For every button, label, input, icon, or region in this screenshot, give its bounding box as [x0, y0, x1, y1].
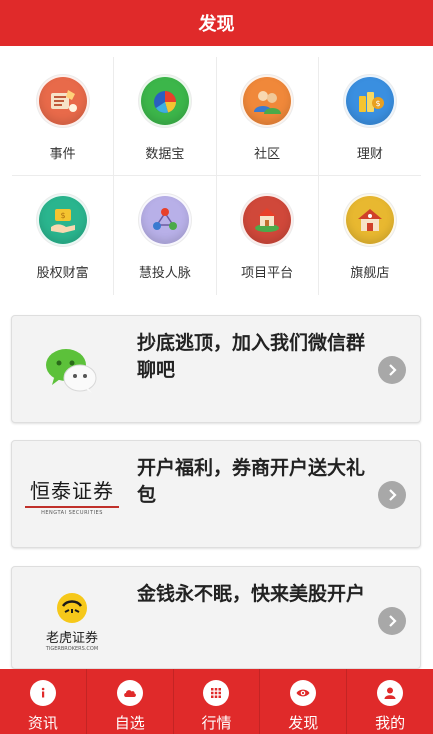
nav-item-news[interactable]: 资讯 [0, 669, 87, 734]
grid-label: 社区 [254, 147, 281, 162]
grid-item-equity[interactable]: $ 股权财富 [12, 176, 115, 295]
store-icon [343, 194, 396, 246]
grid-icon [203, 680, 230, 706]
hengtai-logo-line [25, 505, 119, 508]
grid-item-finance[interactable]: $ 理财 [318, 57, 421, 176]
grid-label: 理财 [356, 147, 383, 162]
hengtai-logo: 恒泰证券 HENGTAI SECURITIES [22, 459, 122, 531]
nav-item-profile[interactable]: 我的 [347, 669, 433, 734]
grid-label: 旗舰店 [350, 266, 390, 281]
nav-item-market[interactable]: 行情 [174, 669, 261, 734]
bottom-nav: 资讯 自选 行情 发现 我的 [0, 669, 433, 734]
grid-label: 事件 [49, 147, 76, 162]
nav-label: 我的 [375, 714, 406, 732]
page-title: 发现 [198, 14, 235, 35]
grid-label: 项目平台 [241, 266, 294, 281]
wechat-group-card[interactable]: 抄底逃顶，加入我们微信群聊吧 [11, 315, 421, 423]
event-icon [36, 75, 89, 127]
hengtai-logo-sub: HENGTAI SECURITIES [41, 509, 103, 516]
card-text: 抄底逃顶，加入我们微信群聊吧 [137, 332, 366, 381]
chevron-right-icon [378, 481, 406, 509]
grid-item-network[interactable]: 慧投人脉 [114, 176, 217, 295]
grid-item-project[interactable]: 项目平台 [217, 176, 319, 295]
nav-label: 发现 [288, 714, 319, 732]
grid-item-store[interactable]: 旗舰店 [319, 176, 421, 295]
card-text: 开户福利，券商开户送大礼包 [137, 457, 366, 506]
finance-icon: $ [343, 75, 396, 127]
nav-label: 行情 [201, 714, 232, 732]
tiger-logo-text: 老虎证券 [45, 630, 98, 646]
card-text: 金钱永不眠，快来美股开户 [137, 583, 366, 605]
svg-text:$: $ [60, 211, 65, 220]
grid-label: 股权财富 [36, 266, 89, 281]
tiger-brokers-card[interactable]: 老虎证券 TIGERBROKERS.COM 金钱永不眠，快来美股开户 [11, 566, 421, 669]
nav-item-discover[interactable]: 发现 [260, 669, 348, 734]
tiger-logo-sub: TIGERBROKERS.COM [45, 645, 99, 652]
network-icon [138, 194, 191, 246]
tiger-logo: 老虎证券 TIGERBROKERS.COM [22, 585, 122, 657]
grid-item-data[interactable]: 数据宝 [114, 57, 217, 176]
equity-icon: $ [36, 194, 89, 246]
grid-item-event[interactable]: 事件 [12, 57, 115, 176]
grid-label: 慧投人脉 [138, 266, 191, 281]
nav-label: 资讯 [27, 714, 58, 732]
grid-label: 数据宝 [145, 147, 185, 162]
chevron-right-icon [378, 356, 406, 384]
header-bar: 发现 [0, 0, 433, 46]
data-chart-icon [138, 75, 191, 127]
hengtai-account-card[interactable]: 恒泰证券 HENGTAI SECURITIES 开户福利，券商开户送大礼包 [11, 440, 421, 548]
project-icon [241, 194, 294, 246]
cloud-icon [116, 680, 143, 706]
community-icon [241, 75, 294, 127]
feature-grid: 事件 数据宝 社区 $ 理财 $ 股权财富 慧投人脉 项目平台 旗舰店 [12, 57, 421, 295]
grid-item-community[interactable]: 社区 [216, 57, 319, 176]
user-icon [377, 680, 404, 706]
info-icon [29, 680, 56, 706]
nav-label: 自选 [114, 714, 145, 732]
hengtai-logo-text: 恒泰证券 [30, 478, 114, 503]
wechat-logo [22, 334, 122, 406]
svg-text:$: $ [375, 99, 380, 108]
eye-icon [290, 680, 317, 706]
chevron-right-icon [378, 607, 406, 635]
nav-item-watchlist[interactable]: 自选 [87, 669, 174, 734]
tiger-logo-icon [57, 592, 87, 623]
